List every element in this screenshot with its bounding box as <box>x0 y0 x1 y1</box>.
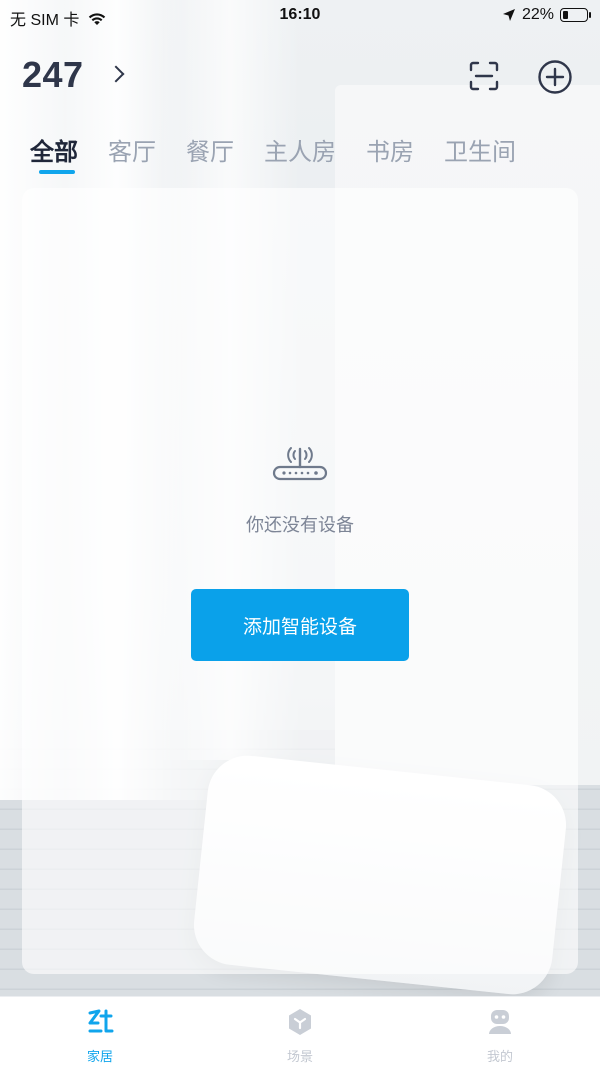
battery-icon <box>560 8 591 22</box>
tab-living-room[interactable]: 客厅 <box>108 132 156 167</box>
tab-dining-room[interactable]: 餐厅 <box>186 132 234 167</box>
tab-label: 全部 <box>30 138 78 166</box>
tab-study[interactable]: 书房 <box>366 132 414 167</box>
tab-master-bedroom[interactable]: 主人房 <box>264 132 336 167</box>
scene-icon <box>289 1009 311 1035</box>
location-arrow-icon <box>502 9 515 21</box>
profile-icon <box>489 1010 511 1034</box>
bottom-tab-bar: 家居 场景 我的 <box>0 996 600 1067</box>
home-icon <box>88 1009 114 1033</box>
tabbar-label: 家居 <box>86 1050 113 1065</box>
tab-label: 主人房 <box>264 138 336 166</box>
battery-percent: 22% <box>521 6 554 23</box>
scan-icon[interactable] <box>468 60 500 92</box>
header: 247 <box>0 50 600 106</box>
tab-label: 客厅 <box>108 138 156 166</box>
tab-bathroom[interactable]: 卫生间 <box>444 132 516 167</box>
tabbar-item-home[interactable]: 家居 <box>40 997 160 1067</box>
home-name[interactable]: 247 <box>22 54 84 96</box>
chevron-right-icon[interactable] <box>107 65 125 83</box>
add-smart-device-button[interactable]: 添加智能设备 <box>191 589 409 661</box>
empty-state-message: 你还没有设备 <box>246 515 354 536</box>
room-tabs: 全部 客厅 餐厅 主人房 书房 卫生间 <box>30 132 546 174</box>
router-icon <box>272 447 328 481</box>
device-card: 你还没有设备 添加智能设备 <box>22 188 578 974</box>
add-icon[interactable] <box>537 59 573 95</box>
tab-label: 餐厅 <box>186 138 234 166</box>
tab-label: 卫生间 <box>444 138 516 166</box>
tab-label: 书房 <box>366 138 414 166</box>
tab-all[interactable]: 全部 <box>30 132 78 174</box>
tabbar-label: 场景 <box>286 1050 313 1065</box>
status-bar: 无 SIM 卡 16:10 22% <box>0 0 600 30</box>
tabbar-label: 我的 <box>486 1050 513 1065</box>
tabbar-item-scene[interactable]: 场景 <box>240 997 360 1067</box>
tab-active-indicator <box>39 170 75 174</box>
tabbar-item-profile[interactable]: 我的 <box>440 997 560 1067</box>
status-right: 22% <box>502 6 591 24</box>
